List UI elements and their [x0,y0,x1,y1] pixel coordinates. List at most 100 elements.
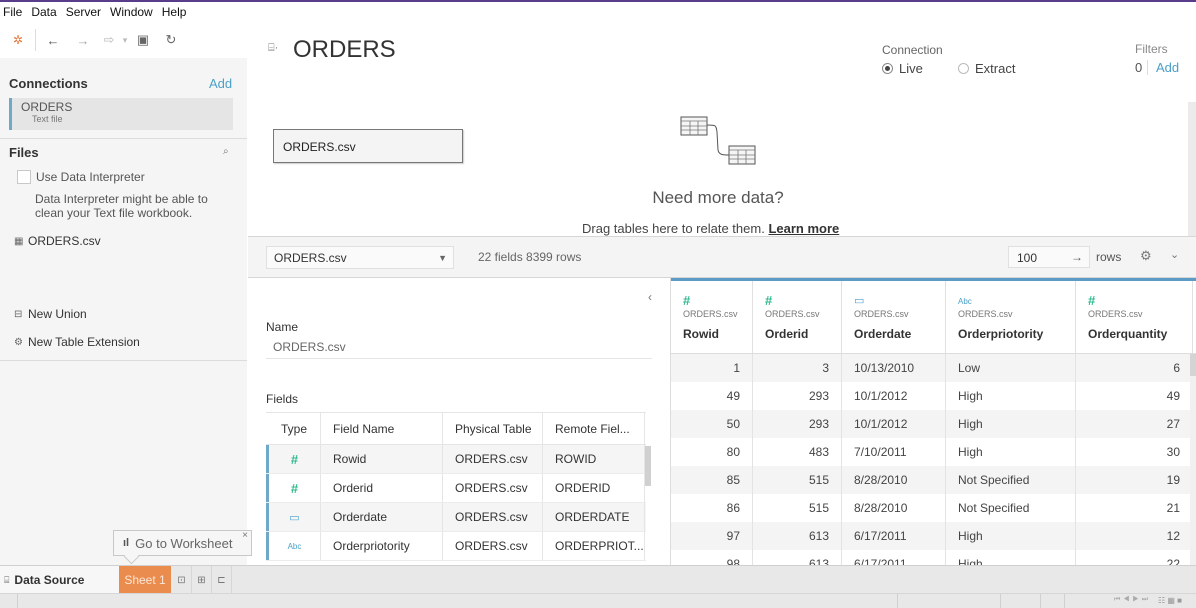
table-cell: 613 [753,550,842,565]
connection-item[interactable]: ORDERS Text file [9,98,233,130]
grid-scrollbar-thumb[interactable] [1190,354,1196,376]
table-cell: 6/17/2011 [842,522,946,550]
file-item-orders[interactable]: ▦ ORDERS.csv [14,234,101,248]
field-row[interactable]: ▭ Orderdate ORDERS.csv ORDERDATE [266,503,646,532]
header-field-name[interactable]: Field Name [321,413,443,444]
refresh-icon[interactable]: ↻ [160,29,182,51]
table-select[interactable]: ORDERS.csv ▼ [266,246,454,269]
redo-dropdown-icon[interactable]: ▾ [120,29,130,51]
filters-label: Filters [1135,42,1168,56]
number-type-icon[interactable]: # [266,445,321,473]
number-type-icon[interactable]: # [1088,293,1095,308]
field-row[interactable]: # Orderid ORDERS.csv ORDERID [266,474,646,503]
search-icon[interactable]: ⌕ [223,146,229,157]
redo-icon[interactable]: ⇨ [98,29,120,51]
save-icon[interactable]: ▣ [132,29,154,51]
datasource-icon[interactable]: ⌸· [268,42,278,55]
date-type-icon[interactable]: ▭ [266,503,321,531]
table-row[interactable]: 50 293 10/1/2012 High 27 [671,410,1196,438]
fields-label: Fields [266,392,299,406]
menu-window[interactable]: Window [110,5,153,19]
column-header-orderpriotority[interactable]: Abc ORDERS.csv Orderpriotority [946,281,1076,353]
new-worksheet-icon[interactable]: ⊡ [172,566,192,594]
menu-server[interactable]: Server [66,5,101,19]
add-connection-link[interactable]: Add [209,76,232,91]
gear-icon[interactable]: ⚙ [1140,248,1152,264]
back-icon[interactable]: ← [42,29,64,51]
number-type-icon[interactable]: # [683,293,690,308]
name-value[interactable]: ORDERS.csv [273,340,346,354]
column-header-orderid[interactable]: # ORDERS.csv Orderid [753,281,842,353]
date-type-icon[interactable]: ▭ [854,295,864,307]
table-row[interactable]: 97 613 6/17/2011 High 12 [671,522,1196,550]
use-data-interpreter-checkbox[interactable] [17,170,31,184]
table-cell: 49 [1076,382,1193,410]
extract-radio[interactable]: Extract [958,61,1015,76]
table-cell: 515 [753,494,842,522]
header-type[interactable]: Type [266,413,321,444]
data-source-title[interactable]: ORDERS [293,36,396,64]
table-row[interactable]: 1 3 10/13/2010 Low 6 [671,354,1196,382]
menu-data[interactable]: Data [31,5,56,19]
table-row[interactable]: 98 613 6/17/2011 High 22 [671,550,1196,565]
table-row[interactable]: 85 515 8/28/2010 Not Specified 19 [671,466,1196,494]
tab-sheet-1[interactable]: Sheet 1 [119,566,171,594]
extension-icon: ⚙ [14,336,23,348]
table-row[interactable]: 86 515 8/28/2010 Not Specified 21 [671,494,1196,522]
new-union-item[interactable]: ⊟ New Union [14,307,87,321]
go-to-worksheet-label: Go to Worksheet [135,535,233,551]
tableau-logo-icon[interactable]: ✲ [7,29,29,51]
string-type-icon[interactable]: Abc [266,532,321,560]
table-row[interactable]: 80 483 7/10/2011 High 30 [671,438,1196,466]
canvas-table-orders[interactable]: ORDERS.csv [273,129,463,163]
chevron-down-icon[interactable]: ⌄ [1170,248,1179,261]
column-header-rowid[interactable]: # ORDERS.csv Rowid [671,281,753,353]
table-row[interactable]: 49 293 10/1/2012 High 49 [671,382,1196,410]
string-type-icon[interactable]: Abc [958,297,972,306]
fields-table: Type Field Name Physical Table Remote Fi… [266,412,646,561]
close-icon[interactable]: × [242,530,248,541]
live-radio[interactable]: Live [882,61,923,76]
column-header-orderquantity[interactable]: # ORDERS.csv Orderquantity [1076,281,1193,353]
tab-data-source[interactable]: ⌸ Data Source [0,566,119,594]
number-type-icon[interactable]: # [765,293,772,308]
view-mode-icons[interactable]: ☷ ▦ ■ [1158,596,1182,605]
new-union-label: New Union [28,307,87,321]
field-row[interactable]: # Rowid ORDERS.csv ROWID [266,445,646,474]
new-table-extension-item[interactable]: ⚙ New Table Extension [14,335,140,349]
radio-selected-icon [882,63,893,74]
use-data-interpreter-label: Use Data Interpreter [36,170,145,184]
sheet-navigation-icons[interactable]: ⏮◀▶⏭ [1114,596,1151,604]
number-type-icon[interactable]: # [266,474,321,502]
divider [0,360,247,361]
rows-input[interactable]: 100 → [1008,246,1090,268]
table-cell: 613 [753,522,842,550]
grid-scrollbar[interactable] [1190,354,1196,565]
fields-scrollbar[interactable] [645,446,651,486]
data-grid-header: # ORDERS.csv Rowid # ORDERS.csv Orderid … [671,278,1196,354]
table-cell: 7/10/2011 [842,438,946,466]
header-physical-table[interactable]: Physical Table [443,413,543,444]
learn-more-link[interactable]: Learn more [768,221,839,236]
table-cell: 98 [671,550,753,565]
add-filter-link[interactable]: Add [1156,60,1179,75]
new-story-icon[interactable]: ⊏ [212,566,232,594]
column-header-orderdate[interactable]: ▭ ORDERS.csv Orderdate [842,281,946,353]
menu-help[interactable]: Help [162,5,187,19]
new-dashboard-icon[interactable]: ⊞ [192,566,212,594]
go-to-worksheet-tooltip[interactable]: ıl Go to Worksheet × [113,530,252,556]
field-name: Rowid [321,445,443,473]
apply-arrow-icon[interactable]: → [1071,250,1083,264]
header-remote-field[interactable]: Remote Fiel... [543,413,645,444]
interpreter-help-line-1: Data Interpreter might be able to [35,192,208,206]
table-cell: 49 [671,382,753,410]
field-row[interactable]: Abc Orderpriotority ORDERS.csv ORDERPRIO… [266,532,646,561]
forward-icon[interactable]: → [72,29,94,51]
canvas-scrollbar[interactable] [1188,102,1196,236]
remote-field: ORDERDATE [543,503,645,531]
table-cell: 10/1/2012 [842,382,946,410]
relationship-icon [680,116,756,165]
table-cell: High [946,382,1076,410]
menu-file[interactable]: File [3,5,22,19]
collapse-panel-icon[interactable]: ‹ [648,290,652,304]
